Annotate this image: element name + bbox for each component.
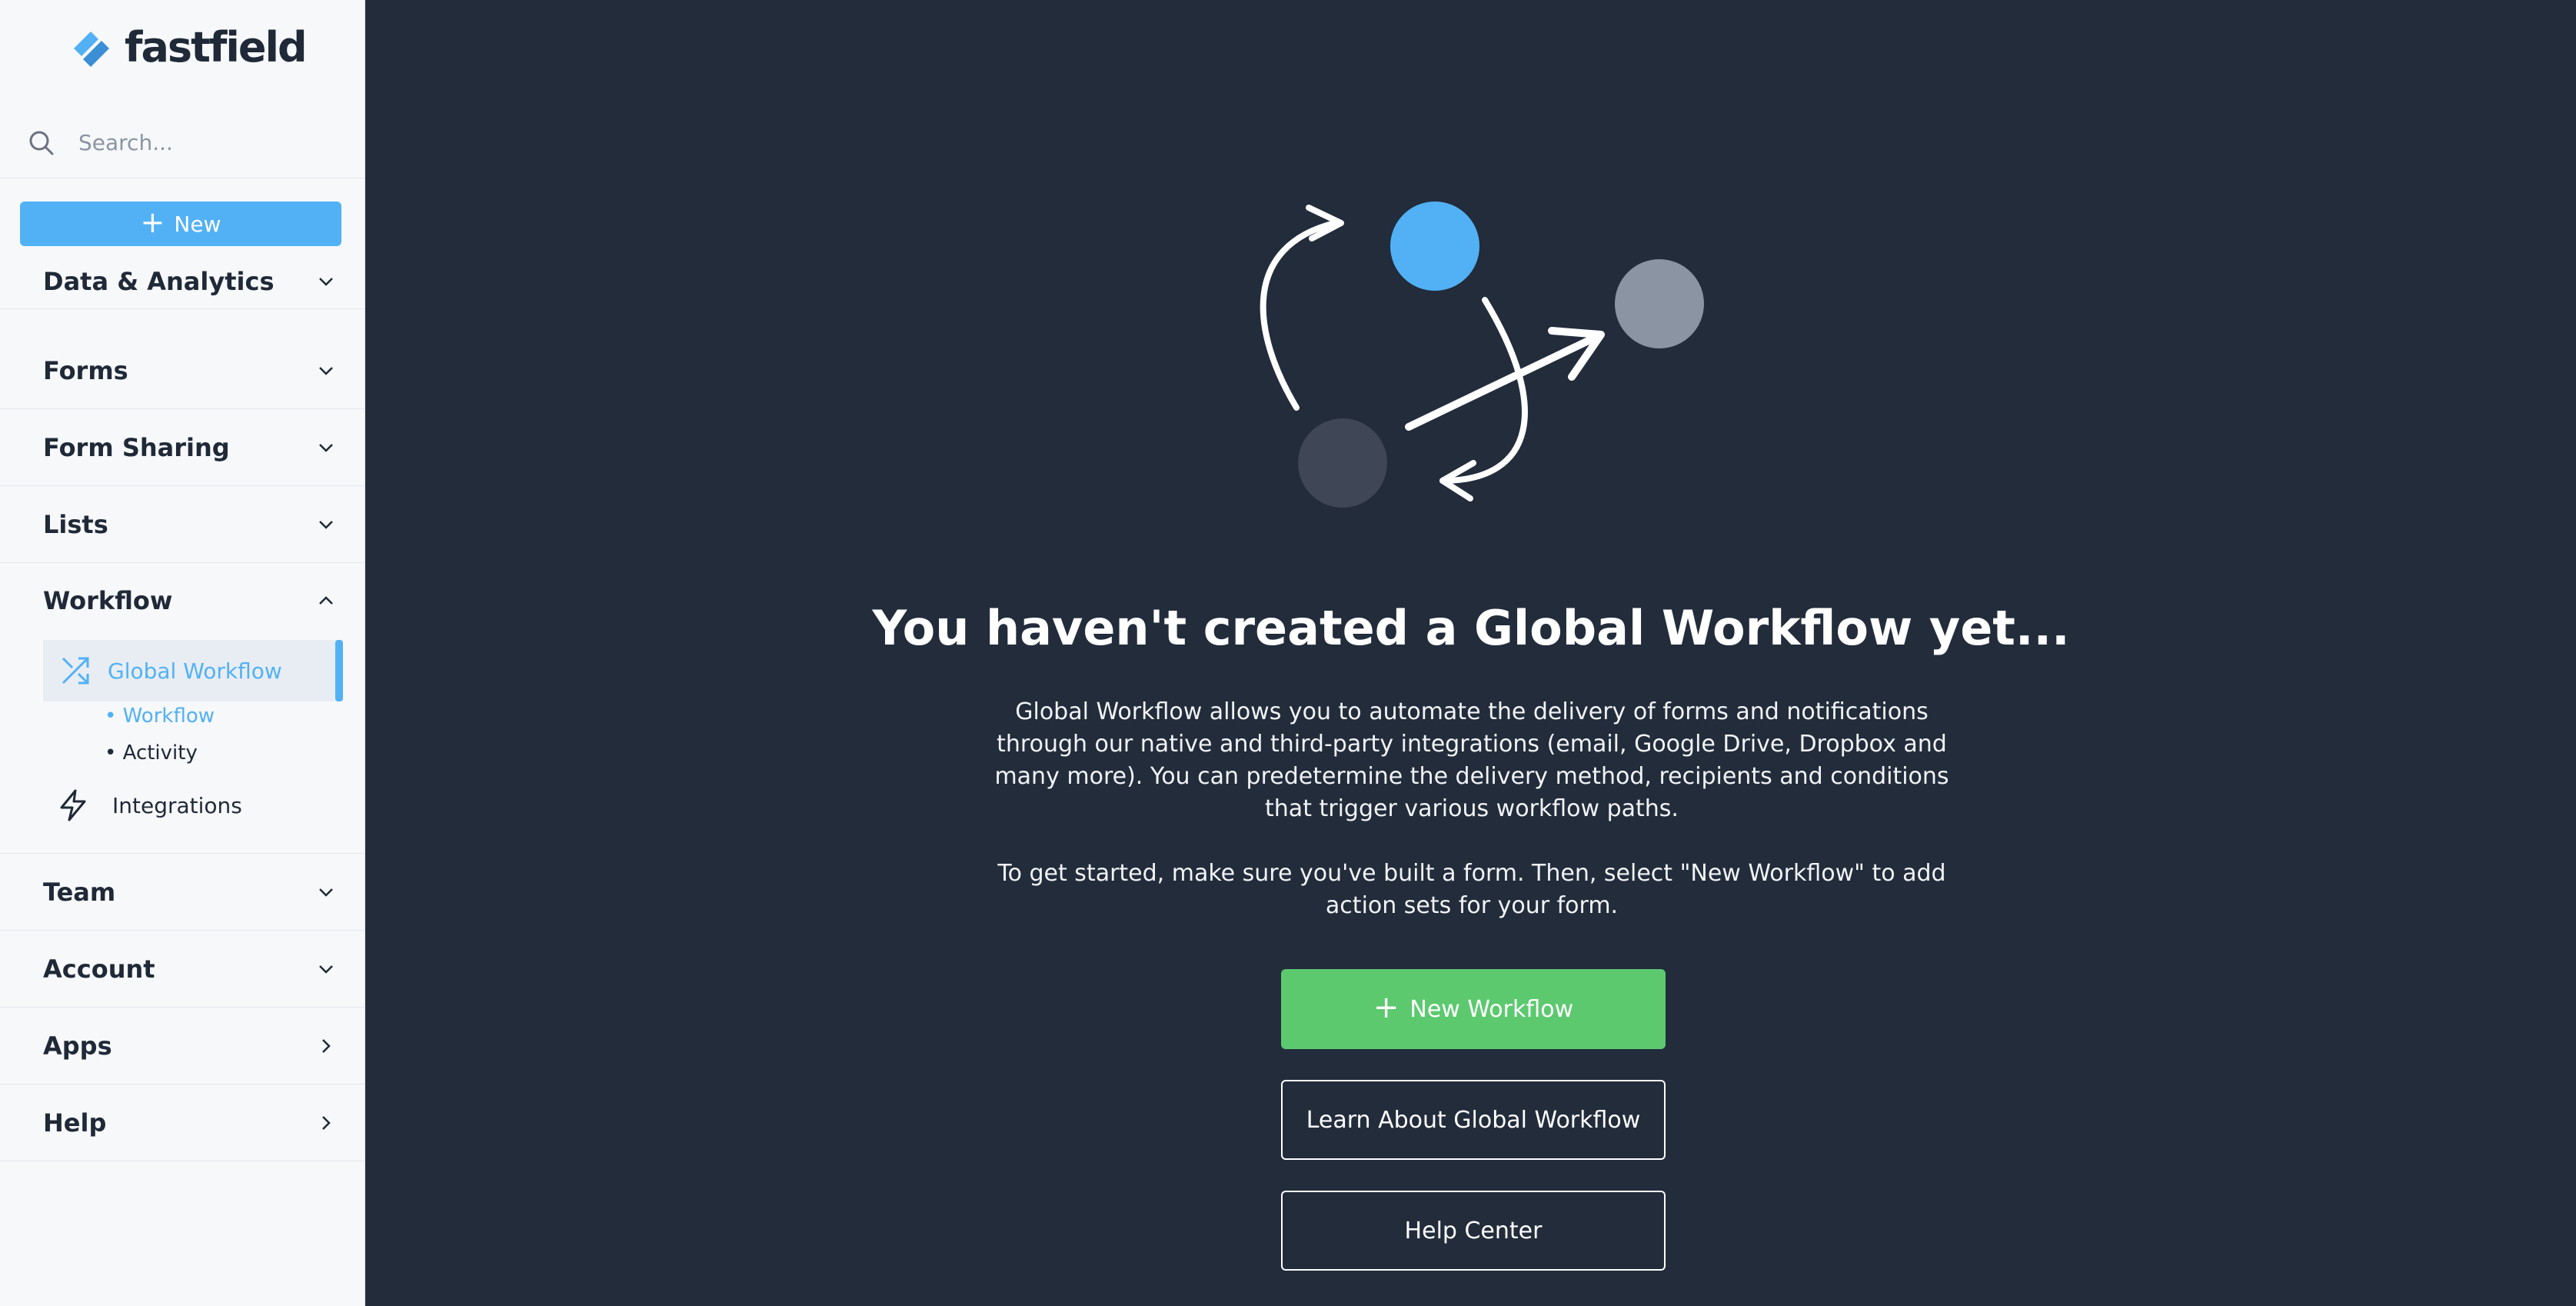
chevron-down-icon	[319, 965, 333, 974]
main-content: You haven't created a Global Workflow ye…	[366, 0, 2576, 1306]
brand-name: fastfield	[125, 22, 308, 72]
sidebar-item-workflow[interactable]: • Workflow	[105, 705, 215, 728]
shuffle-icon	[62, 657, 89, 685]
chevron-right-icon	[322, 1115, 331, 1130]
instructions-paragraph: To get started, make sure you've built a…	[997, 860, 1946, 919]
nav-forms[interactable]: Forms	[0, 332, 365, 409]
bullet: •	[105, 741, 123, 765]
nav-label: Lists	[43, 509, 108, 539]
gray-node	[1615, 259, 1704, 348]
forward-arrow	[1405, 333, 1600, 431]
nav-apps[interactable]: Apps	[0, 1008, 365, 1084]
nav-account[interactable]: Account	[0, 931, 365, 1008]
chevron-down-icon	[319, 443, 333, 452]
nav-label: Workflow	[43, 586, 173, 615]
bullet: •	[105, 705, 123, 728]
search-input[interactable]	[78, 130, 332, 155]
loop-arrow	[1260, 220, 1338, 411]
chevron-down-icon	[319, 277, 333, 286]
integrations-label: Integrations	[112, 792, 242, 818]
chevron-up-icon	[319, 596, 333, 605]
global-workflow-label: Global Workflow	[108, 658, 282, 684]
chevron-down-icon	[319, 520, 333, 529]
nav-data-analytics[interactable]: Data & Analytics	[0, 254, 365, 309]
learn-button-label: Learn About Global Workflow	[1306, 1106, 1641, 1134]
sidebar-item-integrations[interactable]: Integrations	[58, 789, 242, 821]
workflow-link-label: Workflow	[122, 705, 215, 728]
new-button-label: New	[174, 211, 221, 237]
workflow-illustration	[1260, 202, 1704, 508]
nav-lists[interactable]: Lists	[0, 486, 365, 563]
plus-icon: +	[140, 205, 165, 239]
chevron-down-icon	[319, 888, 333, 897]
brand-logo[interactable]: fastfield	[71, 22, 308, 72]
activity-link-label: Activity	[122, 741, 198, 765]
nav-label: Team	[43, 877, 116, 907]
chevron-down-icon	[319, 366, 333, 375]
nav-team[interactable]: Team	[0, 854, 365, 931]
nav-label: Data & Analytics	[43, 266, 275, 296]
nav-label: Apps	[43, 1031, 112, 1061]
dark-node	[1298, 418, 1387, 508]
search-icon	[29, 131, 54, 155]
description-paragraph: Global Workflow allows you to automate t…	[994, 698, 1949, 822]
new-workflow-button[interactable]: + New Workflow	[1281, 969, 1666, 1049]
page-headline: You haven't created a Global Workflow ye…	[872, 600, 2070, 656]
new-button[interactable]: + New	[20, 202, 341, 246]
fastfield-logo-icon	[74, 32, 109, 67]
blue-node	[1390, 202, 1479, 291]
chevron-right-icon	[322, 1038, 331, 1053]
help-center-button[interactable]: Help Center	[1281, 1191, 1666, 1271]
sidebar-item-activity[interactable]: • Activity	[105, 741, 198, 765]
new-workflow-label: New Workflow	[1409, 995, 1574, 1023]
search-bar	[0, 108, 365, 178]
nav-label: Form Sharing	[43, 432, 230, 462]
lightning-icon	[60, 789, 86, 821]
plus-icon: +	[1373, 990, 1399, 1025]
learn-global-workflow-button[interactable]: Learn About Global Workflow	[1281, 1080, 1666, 1160]
sidebar-item-global-workflow[interactable]: Global Workflow	[43, 640, 343, 701]
help-center-label: Help Center	[1404, 1217, 1543, 1244]
active-indicator	[335, 640, 343, 701]
nav-label: Forms	[43, 355, 128, 385]
sidebar: fastfield + New Data & Analytics Forms F…	[0, 0, 365, 1306]
nav-form-sharing[interactable]: Form Sharing	[0, 409, 365, 486]
nav-help[interactable]: Help	[0, 1084, 365, 1161]
nav-label: Account	[43, 954, 155, 984]
nav-label: Help	[43, 1108, 107, 1138]
